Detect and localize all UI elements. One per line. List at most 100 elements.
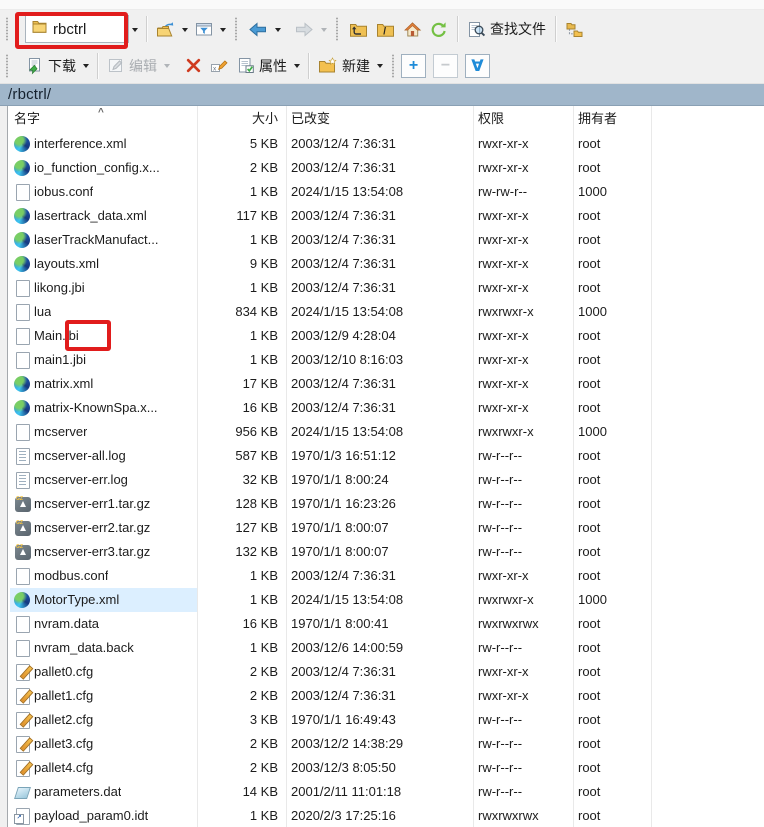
- select-mask-button[interactable]: ∀: [465, 54, 490, 78]
- home-button[interactable]: [399, 18, 426, 41]
- file-name-cell[interactable]: parameters.dat: [10, 780, 197, 804]
- file-rights: rwxr-xr-x: [473, 324, 573, 348]
- open-directory-button[interactable]: [152, 18, 179, 41]
- column-header-changed[interactable]: 已改变: [286, 106, 473, 132]
- toolbar-separator: [457, 16, 458, 42]
- column-divider[interactable]: [573, 106, 574, 827]
- actions-toolbar: 下载 编辑 x 属性: [0, 48, 764, 84]
- file-name-cell[interactable]: main1.jbi: [10, 348, 197, 372]
- file-changed: 2001/2/11 11:01:18: [286, 780, 473, 804]
- file-row-filler: [651, 492, 764, 516]
- file-name-cell[interactable]: mcserver-err1.tar.gz: [10, 492, 197, 516]
- file-rights: rw-r--r--: [473, 492, 573, 516]
- edit-button[interactable]: 编辑: [103, 53, 161, 79]
- column-header-rights[interactable]: 权限: [473, 106, 573, 132]
- download-button[interactable]: 下载: [21, 53, 80, 79]
- download-dropdown[interactable]: [80, 56, 92, 76]
- column-divider[interactable]: [473, 106, 474, 827]
- file-name-cell[interactable]: mcserver-all.log: [10, 444, 197, 468]
- file-name-cell[interactable]: io_function_config.x...: [10, 156, 197, 180]
- file-owner: root: [573, 132, 651, 156]
- new-folder-icon: [318, 57, 338, 74]
- file-name-cell[interactable]: nvram.data: [10, 612, 197, 636]
- remove-selection-button[interactable]: −: [433, 54, 458, 78]
- file-name-cell[interactable]: pallet1.cfg: [10, 684, 197, 708]
- doc-file-icon: [14, 280, 30, 296]
- file-row-filler: [651, 708, 764, 732]
- file-name-cell[interactable]: pallet3.cfg: [10, 732, 197, 756]
- file-row-filler: [651, 756, 764, 780]
- column-divider[interactable]: [651, 106, 652, 827]
- edge-file-icon: [14, 400, 30, 416]
- file-name-cell[interactable]: modbus.conf: [10, 564, 197, 588]
- file-name-cell[interactable]: pallet4.cfg: [10, 756, 197, 780]
- toolbar-grip[interactable]: [5, 54, 9, 78]
- file-name-cell[interactable]: matrix.xml: [10, 372, 197, 396]
- file-name-cell[interactable]: mcserver-err3.tar.gz: [10, 540, 197, 564]
- file-name-cell[interactable]: payload_param0.idt: [10, 804, 197, 827]
- new-button[interactable]: 新建: [314, 53, 374, 79]
- file-name-cell[interactable]: mcserver-err.log: [10, 468, 197, 492]
- file-name-cell[interactable]: lua: [10, 300, 197, 324]
- back-button[interactable]: [244, 18, 272, 41]
- directory-tree-button[interactable]: [561, 18, 588, 41]
- file-owner: root: [573, 684, 651, 708]
- file-size: 3 KB: [197, 708, 286, 732]
- file-name-cell[interactable]: nvram_data.back: [10, 636, 197, 660]
- toolbar-grip[interactable]: [391, 54, 395, 78]
- file-rights: rwxr-xr-x: [473, 372, 573, 396]
- column-header-owner[interactable]: 拥有者: [573, 106, 651, 132]
- open-directory-dropdown[interactable]: [179, 19, 191, 39]
- file-row-filler: [651, 156, 764, 180]
- root-directory-button[interactable]: /: [372, 18, 399, 41]
- refresh-button[interactable]: [426, 18, 452, 41]
- rename-button[interactable]: x: [206, 54, 233, 77]
- file-name-cell[interactable]: lasertrack_data.xml: [10, 204, 197, 228]
- file-name-cell[interactable]: mcserver: [10, 420, 197, 444]
- file-rights: rwxr-xr-x: [473, 156, 573, 180]
- file-name-cell[interactable]: MotorType.xml: [10, 588, 197, 612]
- filter-dropdown[interactable]: [217, 19, 229, 39]
- column-header-size[interactable]: 大小: [197, 106, 286, 132]
- path-bar[interactable]: /rbctrl/: [0, 84, 764, 106]
- file-name-cell[interactable]: Main.jbi: [10, 324, 197, 348]
- directory-combo-dropdown[interactable]: [129, 19, 141, 39]
- directory-combo[interactable]: rbctrl: [25, 15, 129, 43]
- column-divider[interactable]: [197, 106, 198, 827]
- log-file-icon: [14, 472, 30, 488]
- parent-directory-button[interactable]: [345, 18, 372, 41]
- properties-label: 属性: [259, 56, 287, 76]
- file-name-cell[interactable]: pallet2.cfg: [10, 708, 197, 732]
- properties-dropdown[interactable]: [291, 56, 303, 76]
- file-name-cell[interactable]: laserTrackManufact...: [10, 228, 197, 252]
- file-row-filler: [651, 396, 764, 420]
- filter-button[interactable]: [191, 18, 217, 40]
- forward-button[interactable]: [290, 18, 318, 41]
- edit-dropdown[interactable]: [161, 56, 173, 76]
- file-name-cell[interactable]: layouts.xml: [10, 252, 197, 276]
- column-header-name[interactable]: 名字 ^: [10, 106, 197, 132]
- toolbar-grip[interactable]: [5, 17, 9, 41]
- file-name: mcserver-err.log: [34, 468, 128, 492]
- file-row-filler: [651, 228, 764, 252]
- toolbar-grip[interactable]: [234, 17, 238, 41]
- toolbar-grip[interactable]: [335, 17, 339, 41]
- delete-button[interactable]: [181, 54, 206, 77]
- file-name-cell[interactable]: iobus.conf: [10, 180, 197, 204]
- file-name-cell[interactable]: mcserver-err2.tar.gz: [10, 516, 197, 540]
- gz-file-icon: [14, 496, 30, 512]
- panel-left-edge: [0, 106, 8, 827]
- column-divider[interactable]: [286, 106, 287, 827]
- file-name-cell[interactable]: matrix-KnownSpa.x...: [10, 396, 197, 420]
- file-name-cell[interactable]: likong.jbi: [10, 276, 197, 300]
- find-files-button[interactable]: 查找文件: [463, 16, 550, 42]
- forward-dropdown[interactable]: [318, 19, 330, 39]
- file-name-cell[interactable]: interference.xml: [10, 132, 197, 156]
- new-dropdown[interactable]: [374, 56, 386, 76]
- add-selection-button[interactable]: +: [401, 54, 426, 78]
- file-owner: root: [573, 660, 651, 684]
- doc-file-icon: [14, 640, 30, 656]
- back-dropdown[interactable]: [272, 19, 284, 39]
- properties-button[interactable]: 属性: [233, 53, 291, 79]
- file-name-cell[interactable]: pallet0.cfg: [10, 660, 197, 684]
